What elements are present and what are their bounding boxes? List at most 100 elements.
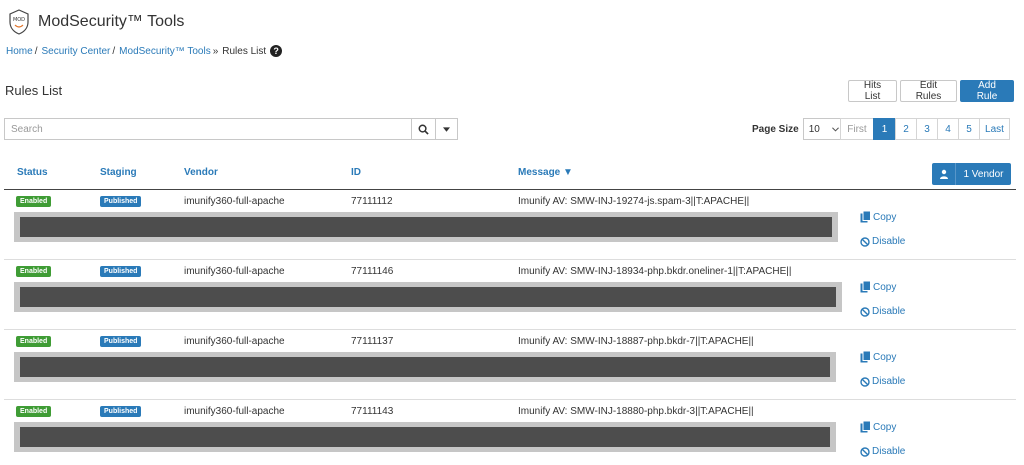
rule-code-box[interactable] xyxy=(14,212,838,242)
edit-rules-button[interactable]: Edit Rules xyxy=(900,80,957,102)
vendor-filter-button[interactable]: 1 Vendor xyxy=(932,163,1011,185)
copy-label: Copy xyxy=(873,421,897,433)
app-header: MOD ModSecurity™ Tools xyxy=(8,8,184,36)
search-button[interactable] xyxy=(411,118,436,140)
disable-rule-link[interactable]: Disable xyxy=(860,306,905,317)
breadcrumb-separator: » xyxy=(212,45,219,57)
rule-code-content xyxy=(20,217,832,237)
copy-rule-link[interactable]: Copy xyxy=(860,421,896,433)
rule-id: 77111146 xyxy=(351,266,394,277)
search-options-button[interactable] xyxy=(436,118,458,140)
copy-rule-link[interactable]: Copy xyxy=(860,211,896,223)
rule-code-content xyxy=(20,357,830,377)
ban-icon xyxy=(860,236,870,247)
page-size-label: Page Size xyxy=(752,123,799,135)
pagination-page-5[interactable]: 5 xyxy=(958,118,980,140)
table-row: Enabled Published imunify360-full-apache… xyxy=(4,330,1016,400)
breadcrumb-security-center[interactable]: Security Center xyxy=(41,46,110,57)
rule-vendor: imunify360-full-apache xyxy=(184,196,285,207)
column-header-id[interactable]: ID xyxy=(351,167,361,178)
ban-icon xyxy=(860,446,870,457)
pagination-first[interactable]: First xyxy=(840,118,874,140)
rule-message: Imunify AV: SMW-INJ-18934-php.bkdr.oneli… xyxy=(518,266,792,277)
page-size: Page Size 10 xyxy=(752,118,845,140)
rule-id: 77111112 xyxy=(351,196,393,207)
rule-message: Imunify AV: SMW-INJ-19274-js.spam-3||T:A… xyxy=(518,196,750,207)
pagination-page-2[interactable]: 2 xyxy=(895,118,917,140)
ban-icon xyxy=(860,306,870,317)
hits-list-button[interactable]: Hits List xyxy=(848,80,897,102)
disable-rule-link[interactable]: Disable xyxy=(860,236,905,247)
column-header-message[interactable]: Message ▼ xyxy=(518,167,573,178)
disable-label: Disable xyxy=(872,236,906,247)
page-size-value: 10 xyxy=(808,123,820,135)
rule-vendor: imunify360-full-apache xyxy=(184,266,285,277)
pagination: First 1 2 3 4 5 Last xyxy=(840,118,1010,140)
rule-code-box[interactable] xyxy=(14,352,836,382)
vendor-filter-label: 1 Vendor xyxy=(963,168,1004,180)
search-group xyxy=(4,118,458,140)
disable-label: Disable xyxy=(872,306,906,317)
rule-id: 77111143 xyxy=(351,406,394,417)
help-icon[interactable]: ? xyxy=(270,45,283,57)
caret-down-icon xyxy=(443,126,450,132)
breadcrumb-separator: / xyxy=(112,45,116,57)
pagination-page-3[interactable]: 3 xyxy=(916,118,938,140)
rule-code-box[interactable] xyxy=(14,422,836,452)
disable-rule-link[interactable]: Disable xyxy=(860,446,905,457)
breadcrumb-modsecurity-tools[interactable]: ModSecurity™ Tools xyxy=(119,46,211,57)
column-header-vendor[interactable]: Vendor xyxy=(184,167,218,178)
chevron-down-icon xyxy=(831,126,839,132)
search-input[interactable] xyxy=(4,118,411,140)
disable-label: Disable xyxy=(872,376,906,387)
staging-badge: Published xyxy=(100,196,142,207)
page-size-select[interactable]: 10 xyxy=(802,118,845,140)
table-row: Enabled Published imunify360-full-apache… xyxy=(4,190,1016,260)
ban-icon xyxy=(860,376,870,387)
svg-text:MOD: MOD xyxy=(13,17,25,23)
breadcrumb-separator: / xyxy=(34,45,38,57)
breadcrumb-current: Rules List xyxy=(222,45,267,57)
copy-icon xyxy=(860,421,871,433)
rule-vendor: imunify360-full-apache xyxy=(184,336,285,347)
breadcrumb-home[interactable]: Home xyxy=(6,46,33,57)
table-row: Enabled Published imunify360-full-apache… xyxy=(4,400,1016,465)
rule-vendor: imunify360-full-apache xyxy=(184,406,285,417)
copy-icon xyxy=(860,281,871,293)
pagination-last[interactable]: Last xyxy=(979,118,1010,140)
status-badge: Enabled xyxy=(16,196,52,207)
copy-icon xyxy=(860,211,871,223)
user-icon xyxy=(932,163,956,185)
copy-icon xyxy=(860,351,871,363)
column-header-staging[interactable]: Staging xyxy=(100,167,137,178)
copy-rule-link[interactable]: Copy xyxy=(860,281,896,293)
rule-code-content xyxy=(20,427,830,447)
copy-label: Copy xyxy=(873,351,897,363)
search-icon xyxy=(418,124,429,135)
rule-message: Imunify AV: SMW-INJ-18887-php.bkdr-7||T:… xyxy=(518,336,754,347)
status-badge: Enabled xyxy=(16,336,52,347)
disable-rule-link[interactable]: Disable xyxy=(860,376,905,387)
staging-badge: Published xyxy=(100,336,142,347)
copy-label: Copy xyxy=(873,281,897,293)
add-rule-button[interactable]: Add Rule xyxy=(960,80,1014,102)
staging-badge: Published xyxy=(100,406,142,417)
table-row: Enabled Published imunify360-full-apache… xyxy=(4,260,1016,330)
copy-rule-link[interactable]: Copy xyxy=(860,351,896,363)
top-actions: Hits List Edit Rules Add Rule xyxy=(848,80,1014,102)
app-title: ModSecurity™ Tools xyxy=(38,13,185,30)
column-header-status[interactable]: Status xyxy=(17,167,48,178)
status-badge: Enabled xyxy=(16,406,52,417)
disable-label: Disable xyxy=(872,446,906,457)
page-title: Rules List xyxy=(5,83,63,98)
copy-label: Copy xyxy=(873,211,897,223)
breadcrumb: Home / Security Center / ModSecurity™ To… xyxy=(6,45,283,57)
rule-message: Imunify AV: SMW-INJ-18880-php.bkdr-3||T:… xyxy=(518,406,754,417)
staging-badge: Published xyxy=(100,266,142,277)
status-badge: Enabled xyxy=(16,266,52,277)
pagination-page-4[interactable]: 4 xyxy=(937,118,959,140)
rule-id: 77111137 xyxy=(351,336,394,347)
rule-code-box[interactable] xyxy=(14,282,842,312)
rule-code-content xyxy=(20,287,836,307)
pagination-page-1[interactable]: 1 xyxy=(873,118,896,140)
